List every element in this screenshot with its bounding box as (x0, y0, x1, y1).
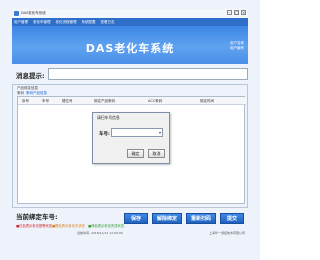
menu-item-config[interactable]: 系统配置 (82, 20, 96, 25)
dialog-title: 请扫车号信息 (97, 115, 120, 120)
minimize-icon[interactable]: – (227, 10, 232, 15)
unbind-button[interactable]: 解除绑定 (152, 213, 182, 224)
col-acc-barcode: ACC条码 (148, 99, 163, 103)
rescan-button[interactable]: 重新扫码 (186, 213, 216, 224)
legend-alarm: ■红色表示老化报警状态 (16, 224, 53, 228)
subtitle-label: 条码 (17, 91, 24, 95)
status-company: 上海华一测控技术有限公司 (208, 231, 245, 235)
menu-bar: 用户管理 老化车管理 老化流程管理 系统配置 查看日志 (12, 18, 248, 26)
app-window: DAS老化车系统 – □ × 用户管理 老化车管理 老化流程管理 系统配置 查看… (0, 0, 260, 260)
chevron-down-icon[interactable]: ▾ (159, 130, 161, 136)
menu-item-log[interactable]: 查看日志 (101, 20, 115, 25)
user-info: 用户名称 用户编号 (230, 41, 244, 51)
cancel-button[interactable]: 取消 (148, 149, 165, 158)
menu-item-car[interactable]: 老化车管理 (33, 20, 51, 25)
window-controls: – □ × (227, 10, 246, 15)
app-icon (14, 11, 19, 16)
message-label: 消息提示: (16, 72, 45, 80)
legend-complete: ■绿色表示老化完成状态 (88, 224, 125, 228)
product-info-link[interactable]: 条码产品信息 (26, 91, 47, 95)
submit-button[interactable]: 提交 (220, 213, 244, 224)
close-icon[interactable]: × (241, 10, 246, 15)
col-car: 车号 (42, 99, 49, 103)
table-header: 序号 车号 槽位号 绑定产品条码 ACC条码 绑定时间 (18, 97, 246, 105)
maximize-icon[interactable]: □ (234, 10, 239, 15)
header-banner: DAS老化车系统 用户名称 用户编号 (12, 26, 248, 64)
user-id: 用户编号 (230, 46, 244, 50)
col-slot: 槽位号 (62, 99, 73, 103)
col-index: 序号 (22, 99, 29, 103)
bottom-panel: 当前绑定车号: ■红色表示老化报警状态 ■橙色表示老化中状态 ■绿色表示老化完成… (12, 208, 248, 236)
message-box (48, 68, 248, 80)
title-bar: DAS老化车系统 – □ × (12, 9, 248, 18)
current-car-label: 当前绑定车号: (16, 213, 58, 221)
status-bar: 当前时间: 2018/11/12 11:50:09 上海华一测控技术有限公司 (12, 231, 248, 236)
col-product-barcode: 绑定产品条码 (94, 99, 115, 103)
scan-car-dialog: 请扫车号信息 车号: ▾ 确定 取消 (92, 112, 170, 164)
menu-item-process[interactable]: 老化流程管理 (56, 20, 77, 25)
car-label: 车号: (99, 132, 110, 137)
save-button[interactable]: 保存 (124, 213, 148, 224)
menu-item-user[interactable]: 用户管理 (14, 20, 28, 25)
ok-button[interactable]: 确定 (127, 149, 144, 158)
col-bind-time: 绑定时间 (200, 99, 214, 103)
car-select[interactable]: ▾ (111, 128, 163, 137)
legend-aging: ■橙色表示老化中状态 (52, 224, 85, 228)
status-time: 当前时间: 2018/11/12 11:50:09 (77, 231, 123, 235)
window-title: DAS老化车系统 (21, 11, 46, 15)
banner-title: DAS老化车系统 (85, 42, 175, 55)
message-row: 消息提示: (12, 64, 248, 84)
